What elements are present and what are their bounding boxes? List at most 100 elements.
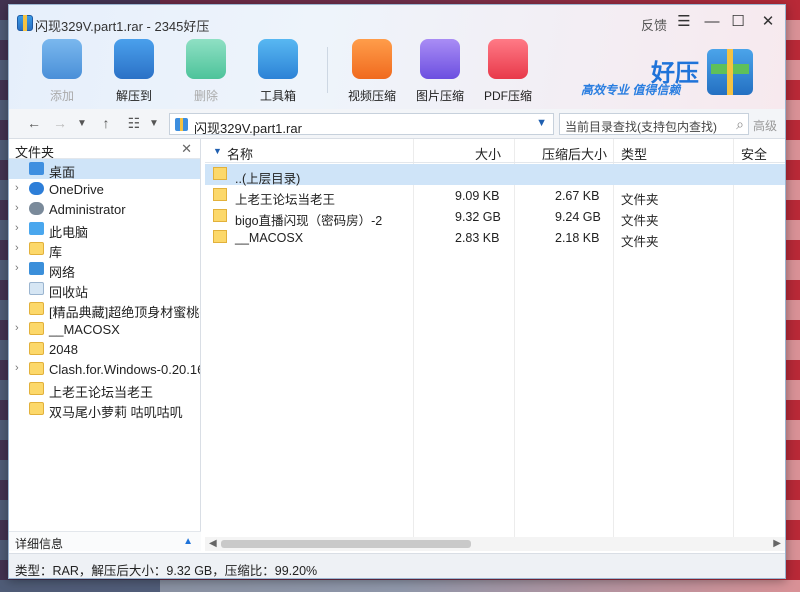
- forward-arrow-icon[interactable]: →: [51, 115, 69, 131]
- network-icon: [29, 262, 44, 275]
- table-row[interactable]: ..(上层目录): [205, 164, 785, 186]
- folder-icon: [29, 342, 44, 355]
- tree-item-this-pc[interactable]: › 此电脑: [9, 219, 200, 239]
- tree-item-label: 库: [49, 245, 63, 259]
- folder-tree: 文件夹 ✕ 桌面 › OneDrive › Administrator › 此电…: [9, 139, 201, 551]
- back-arrow-icon[interactable]: ←: [25, 115, 43, 131]
- column-type[interactable]: 类型: [621, 144, 647, 163]
- file-name: __MACOSX: [235, 231, 304, 245]
- search-icon[interactable]: ⌕: [736, 116, 744, 133]
- file-list-header: ▼ 名称 大小 压缩后大小 类型 安全: [205, 139, 785, 163]
- feedback-link[interactable]: 反馈: [641, 15, 667, 34]
- delete-button[interactable]: 删除: [173, 39, 239, 105]
- scrollbar-thumb[interactable]: [221, 540, 471, 548]
- file-size: 9.32 GB: [455, 210, 501, 224]
- tree-item-label: 网络: [49, 265, 76, 279]
- video-compress-icon: [352, 39, 392, 79]
- expand-chevron-icon[interactable]: ›: [15, 242, 19, 254]
- archive-icon: [175, 118, 188, 131]
- tree-item-desktop[interactable]: 桌面: [9, 159, 200, 179]
- toolbar-divider: [327, 47, 328, 93]
- toolbox-label: 工具箱: [259, 89, 296, 103]
- file-packed-size: 9.24 GB: [555, 210, 601, 224]
- tree-item-folder[interactable]: › Clash.for.Windows-0.20.16: [9, 359, 200, 379]
- video-compress-button[interactable]: 视频压缩: [339, 39, 405, 105]
- status-bar: 类型：RAR，解压后大小：9.32 GB，压缩比：99.20%: [9, 553, 785, 578]
- tree-item-folder[interactable]: › __MACOSX: [9, 319, 200, 339]
- table-row[interactable]: bigo直播闪现（密码房）-2 9.32 GB 9.24 GB 文件夹: [205, 206, 785, 228]
- path-bar[interactable]: 闪现329V.part1.rar ▼: [169, 113, 554, 136]
- column-packed-size[interactable]: 压缩后大小: [542, 144, 607, 163]
- up-arrow-icon[interactable]: ↑: [97, 115, 115, 131]
- folder-icon: [29, 382, 44, 395]
- search-input[interactable]: 当前目录查找(支持包内查找) ⌕: [559, 113, 749, 135]
- tree-item-folder[interactable]: 上老王论坛当老王: [9, 379, 200, 399]
- toolbox-icon: [258, 39, 298, 79]
- extract-to-button[interactable]: 解压到: [101, 39, 167, 105]
- close-button[interactable]: ✕: [757, 12, 779, 32]
- image-compress-label: 图片压缩: [415, 89, 464, 103]
- folder-tree-header: 文件夹 ✕: [9, 139, 200, 160]
- folder-icon: [213, 167, 227, 180]
- file-packed-size: 2.18 KB: [555, 231, 600, 245]
- sort-arrow-icon: ▼: [213, 146, 222, 156]
- tree-item-recycle-bin[interactable]: 回收站: [9, 279, 200, 299]
- tree-item-folder[interactable]: [精品典藏]超绝顶身材蜜桃臀: [9, 299, 200, 319]
- view-mode-icon[interactable]: ☷: [125, 115, 143, 132]
- column-security[interactable]: 安全: [741, 144, 767, 163]
- delete-label: 删除: [193, 89, 218, 103]
- column-size[interactable]: 大小: [475, 144, 501, 163]
- chevron-up-icon[interactable]: ▲: [183, 536, 193, 547]
- table-row[interactable]: __MACOSX 2.83 KB 2.18 KB 文件夹: [205, 227, 785, 249]
- maximize-button[interactable]: ☐: [727, 12, 749, 32]
- tree-item-library[interactable]: › 库: [9, 239, 200, 259]
- scroll-left-icon[interactable]: ◀: [209, 538, 217, 549]
- path-text: 闪现329V.part1.rar: [194, 121, 302, 136]
- tree-item-label: OneDrive: [49, 182, 104, 197]
- add-box-icon: [42, 39, 82, 79]
- minimize-button[interactable]: —: [701, 12, 723, 32]
- expand-chevron-icon[interactable]: ›: [15, 322, 19, 334]
- window-title: 闪现329V.part1.rar - 2345好压: [35, 19, 210, 34]
- column-name[interactable]: 名称: [227, 144, 253, 163]
- tree-item-network[interactable]: › 网络: [9, 259, 200, 279]
- tree-item-label: 回收站: [49, 285, 89, 299]
- file-list: ▼ 名称 大小 压缩后大小 类型 安全 ..(上层目录) 上老王论坛当老王 9.…: [205, 139, 785, 551]
- tree-item-label: 桌面: [49, 165, 76, 179]
- tree-item-label: 双马尾小萝莉 咕叽咕叽: [49, 405, 183, 419]
- close-tree-icon[interactable]: ✕: [181, 141, 192, 157]
- menu-icon[interactable]: ☰: [673, 12, 695, 32]
- view-dropdown-icon[interactable]: ▼: [145, 118, 163, 129]
- pdf-compress-button[interactable]: PDF压缩: [475, 39, 541, 105]
- expand-chevron-icon[interactable]: ›: [15, 262, 19, 274]
- library-icon: [29, 242, 44, 255]
- scroll-right-icon[interactable]: ▶: [773, 538, 781, 549]
- app-logo-icon: [17, 15, 33, 31]
- video-compress-label: 视频压缩: [347, 89, 396, 103]
- folder-icon: [29, 362, 44, 375]
- advanced-search-link[interactable]: 高级: [753, 117, 777, 134]
- history-dropdown-icon[interactable]: ▼: [73, 118, 91, 129]
- brand-slogan: 高效专业 值得信赖: [581, 83, 681, 97]
- tree-item-folder[interactable]: 2048: [9, 339, 200, 359]
- expand-chevron-icon[interactable]: ›: [15, 202, 19, 214]
- pdf-compress-label: PDF压缩: [483, 89, 532, 103]
- horizontal-scrollbar[interactable]: ◀ ▶: [205, 537, 785, 551]
- expand-chevron-icon[interactable]: ›: [15, 182, 19, 194]
- path-dropdown-icon[interactable]: ▼: [536, 117, 547, 129]
- user-icon: [29, 202, 44, 215]
- expand-chevron-icon[interactable]: ›: [15, 222, 19, 234]
- detail-info-panel[interactable]: 详细信息 ▲: [9, 531, 201, 551]
- tree-item-administrator[interactable]: › Administrator: [9, 199, 200, 219]
- toolbox-button[interactable]: 工具箱: [245, 39, 311, 105]
- image-compress-button[interactable]: 图片压缩: [407, 39, 473, 105]
- tree-item-folder[interactable]: 双马尾小萝莉 咕叽咕叽: [9, 399, 200, 419]
- tree-item-onedrive[interactable]: › OneDrive: [9, 179, 200, 199]
- add-button[interactable]: 添加: [29, 39, 95, 105]
- tree-item-label: [精品典藏]超绝顶身材蜜桃臀: [49, 305, 200, 319]
- expand-chevron-icon[interactable]: ›: [15, 362, 19, 374]
- file-size: 2.83 KB: [455, 231, 500, 245]
- table-row[interactable]: 上老王论坛当老王 9.09 KB 2.67 KB 文件夹: [205, 185, 785, 207]
- file-size: 9.09 KB: [455, 189, 500, 203]
- folder-icon: [213, 188, 227, 201]
